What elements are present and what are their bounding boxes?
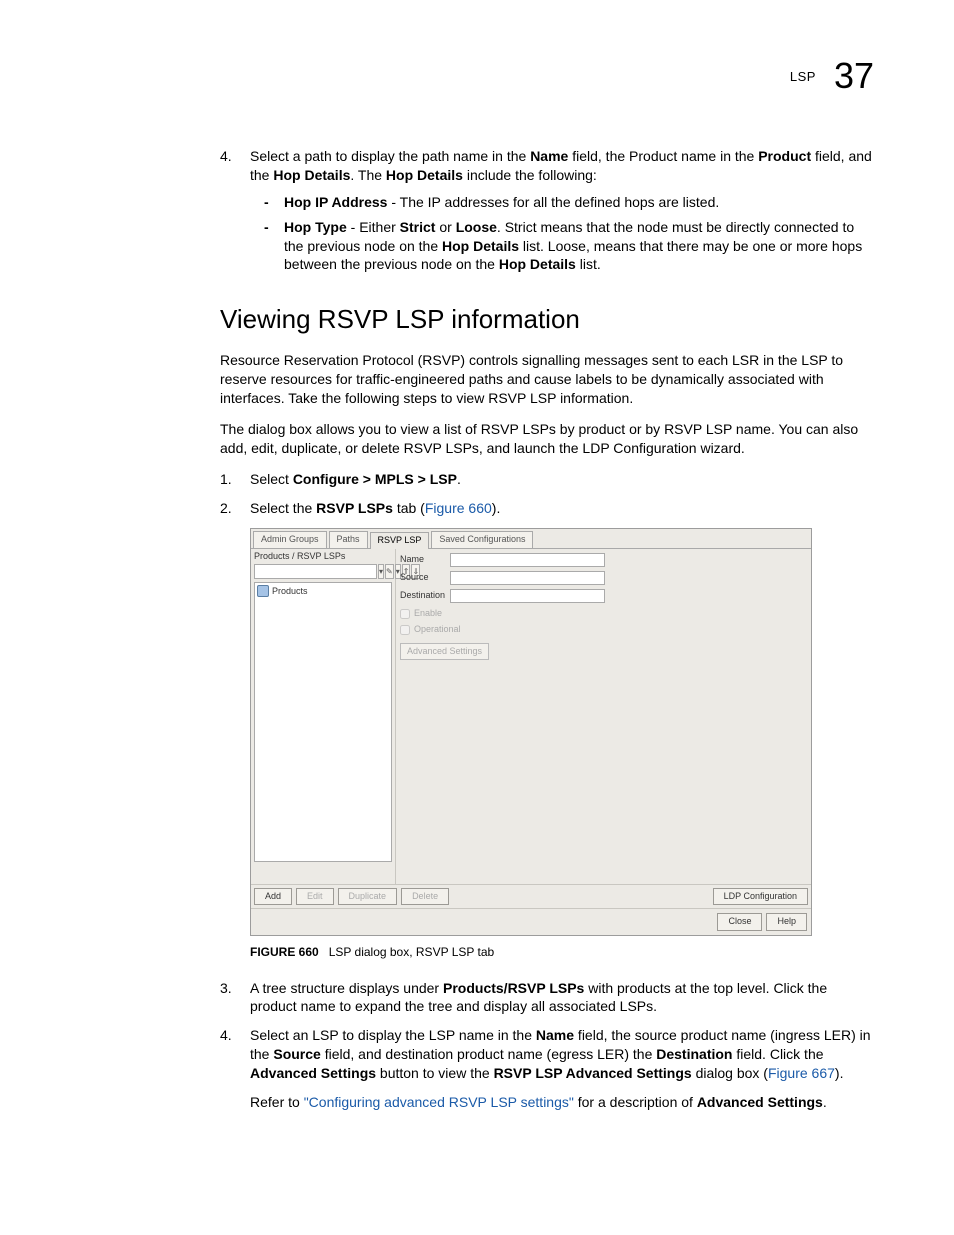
step-number: 1. [220, 470, 232, 489]
dialog-buttons-row: Add Edit Duplicate Delete LDP Configurat… [251, 884, 811, 909]
step-number: 2. [220, 499, 232, 518]
tab-rsvp-lsp[interactable]: RSVP LSP [370, 532, 430, 549]
destination-input[interactable] [450, 589, 605, 603]
tree-filter-input[interactable] [254, 564, 377, 579]
form-row-destination: Destination [400, 589, 807, 603]
form-panel: Name Source Destination [396, 549, 811, 884]
figure-caption-text: LSP dialog box, RSVP LSP tab [329, 945, 494, 959]
header-label: LSP [790, 69, 816, 84]
figure-caption: FIGURE 660 LSP dialog box, RSVP LSP tab [250, 944, 874, 960]
add-button[interactable]: Add [254, 888, 292, 906]
source-label: Source [400, 573, 450, 583]
name-input[interactable] [450, 553, 605, 567]
tab-admin-groups[interactable]: Admin Groups [253, 531, 327, 548]
tree-root-node[interactable]: Products [257, 585, 389, 597]
tree-header: Products / RSVP LSPs [254, 552, 392, 562]
edit-button[interactable]: Edit [296, 888, 334, 906]
dropdown-icon[interactable]: ▾ [378, 564, 384, 579]
right-buttons: LDP Configuration [713, 888, 808, 906]
header-number: 37 [834, 55, 874, 97]
left-buttons: Add Edit Duplicate Delete [254, 888, 449, 906]
products-tree-panel: Products / RSVP LSPs ▾ ✎ ▾ ⇑ ⇓ [251, 549, 396, 884]
paragraph: Resource Reservation Protocol (RSVP) con… [220, 351, 874, 408]
source-input[interactable] [450, 571, 605, 585]
step-2: 2. Select the RSVP LSPs tab (Figure 660)… [220, 499, 874, 518]
cross-reference-link[interactable]: "Configuring advanced RSVP LSP settings" [304, 1094, 574, 1110]
section-title: Viewing RSVP LSP information [220, 302, 874, 337]
dialog-main: Products / RSVP LSPs ▾ ✎ ▾ ⇑ ⇓ [251, 548, 811, 884]
ldp-configuration-button[interactable]: LDP Configuration [713, 888, 808, 906]
operational-checkbox-row: Operational [400, 625, 807, 635]
edit-icon[interactable]: ✎ [385, 564, 394, 579]
lsp-dialog: Admin Groups Paths RSVP LSP Saved Config… [250, 528, 812, 937]
enable-checkbox-row: Enable [400, 609, 807, 619]
step-1: 1. Select Configure > MPLS > LSP. [220, 470, 874, 489]
page: LSP 37 4. Select a path to display the p… [0, 0, 954, 1235]
figure-link[interactable]: Figure 667 [768, 1065, 835, 1081]
steps-list: 1. Select Configure > MPLS > LSP. 2. Sel… [220, 470, 874, 518]
form-row-name: Name [400, 553, 807, 567]
folder-icon [257, 585, 269, 597]
steps-list-2: 3. A tree structure displays under Produ… [220, 979, 874, 1112]
tree-toolbar: ▾ ✎ ▾ ⇑ ⇓ [254, 564, 392, 579]
top-numbered-list: 4. Select a path to display the path nam… [220, 147, 874, 274]
list-text: Select a path to display the path name i… [250, 148, 872, 183]
operational-label: Operational [414, 625, 461, 635]
destination-label: Destination [400, 591, 450, 601]
page-body: 4. Select a path to display the path nam… [80, 147, 874, 1112]
enable-label: Enable [414, 609, 442, 619]
advanced-settings-button[interactable]: Advanced Settings [400, 643, 489, 661]
enable-checkbox[interactable] [400, 609, 410, 619]
sub-list-item: Hop IP Address - The IP addresses for al… [250, 193, 874, 212]
delete-button[interactable]: Delete [401, 888, 449, 906]
figure-label: FIGURE 660 [250, 945, 319, 959]
sub-list-item: Hop Type - Either Strict or Loose. Stric… [250, 218, 874, 275]
step-4: 4. Select an LSP to display the LSP name… [220, 1026, 874, 1112]
tree-content[interactable]: Products [254, 582, 392, 862]
paragraph: The dialog box allows you to view a list… [220, 420, 874, 458]
step-3: 3. A tree structure displays under Produ… [220, 979, 874, 1017]
list-item-4: 4. Select a path to display the path nam… [220, 147, 874, 274]
sub-list: Hop IP Address - The IP addresses for al… [250, 193, 874, 275]
tree-node-label: Products [272, 587, 308, 597]
operational-checkbox[interactable] [400, 625, 410, 635]
help-button[interactable]: Help [766, 913, 807, 931]
step-number: 3. [220, 979, 232, 998]
step-number: 4. [220, 1026, 232, 1045]
dialog-footer: Close Help [251, 908, 811, 935]
page-header: LSP 37 [80, 55, 874, 97]
close-button[interactable]: Close [717, 913, 762, 931]
tab-saved-configurations[interactable]: Saved Configurations [431, 531, 533, 548]
duplicate-button[interactable]: Duplicate [338, 888, 398, 906]
list-number: 4. [220, 147, 232, 166]
figure-660: Admin Groups Paths RSVP LSP Saved Config… [250, 528, 874, 961]
figure-link[interactable]: Figure 660 [425, 500, 492, 516]
name-label: Name [400, 555, 450, 565]
tab-bar: Admin Groups Paths RSVP LSP Saved Config… [251, 529, 811, 548]
form-row-source: Source [400, 571, 807, 585]
tab-paths[interactable]: Paths [329, 531, 368, 548]
